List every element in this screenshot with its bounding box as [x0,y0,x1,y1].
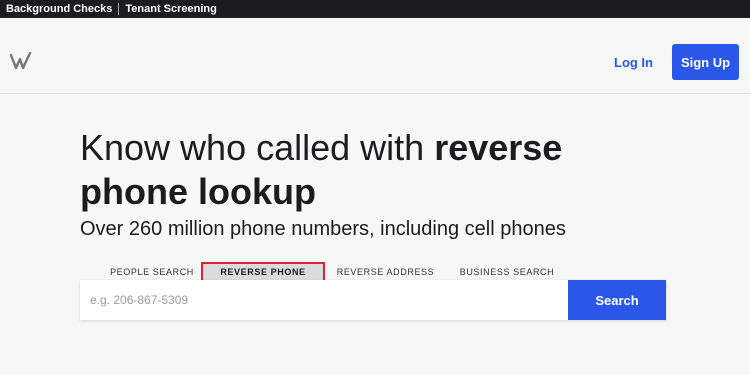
page-title: Know who called with reverse phone lookup [80,126,680,214]
headline-bold-text: reverse [434,127,563,168]
tab-reverse-address[interactable]: REVERSE ADDRESS [332,264,439,280]
search-type-tabs: PEOPLE SEARCH REVERSE PHONE REVERSE ADDR… [80,262,670,282]
login-link[interactable]: Log In [614,55,653,70]
headline-normal-text: Know who called with [80,127,435,168]
search-button[interactable]: Search [568,280,666,320]
background-checks-link[interactable]: Background Checks [0,0,118,18]
w-logo-icon[interactable] [9,51,32,75]
tab-business-search[interactable]: BUSINESS SEARCH [457,264,557,280]
tab-reverse-phone[interactable]: REVERSE PHONE [201,262,325,282]
signup-button[interactable]: Sign Up [672,44,739,80]
search-form: Search [80,280,666,320]
headline-bold-text-line2: phone lookup [80,171,316,212]
top-bar: Background Checks Tenant Screening [0,0,750,18]
site-header: Log In Sign Up [0,18,750,94]
page-subtitle: Over 260 million phone numbers, includin… [80,218,566,240]
tenant-screening-link[interactable]: Tenant Screening [119,0,222,18]
phone-search-input[interactable] [80,280,568,320]
tab-people-search[interactable]: PEOPLE SEARCH [94,264,210,280]
